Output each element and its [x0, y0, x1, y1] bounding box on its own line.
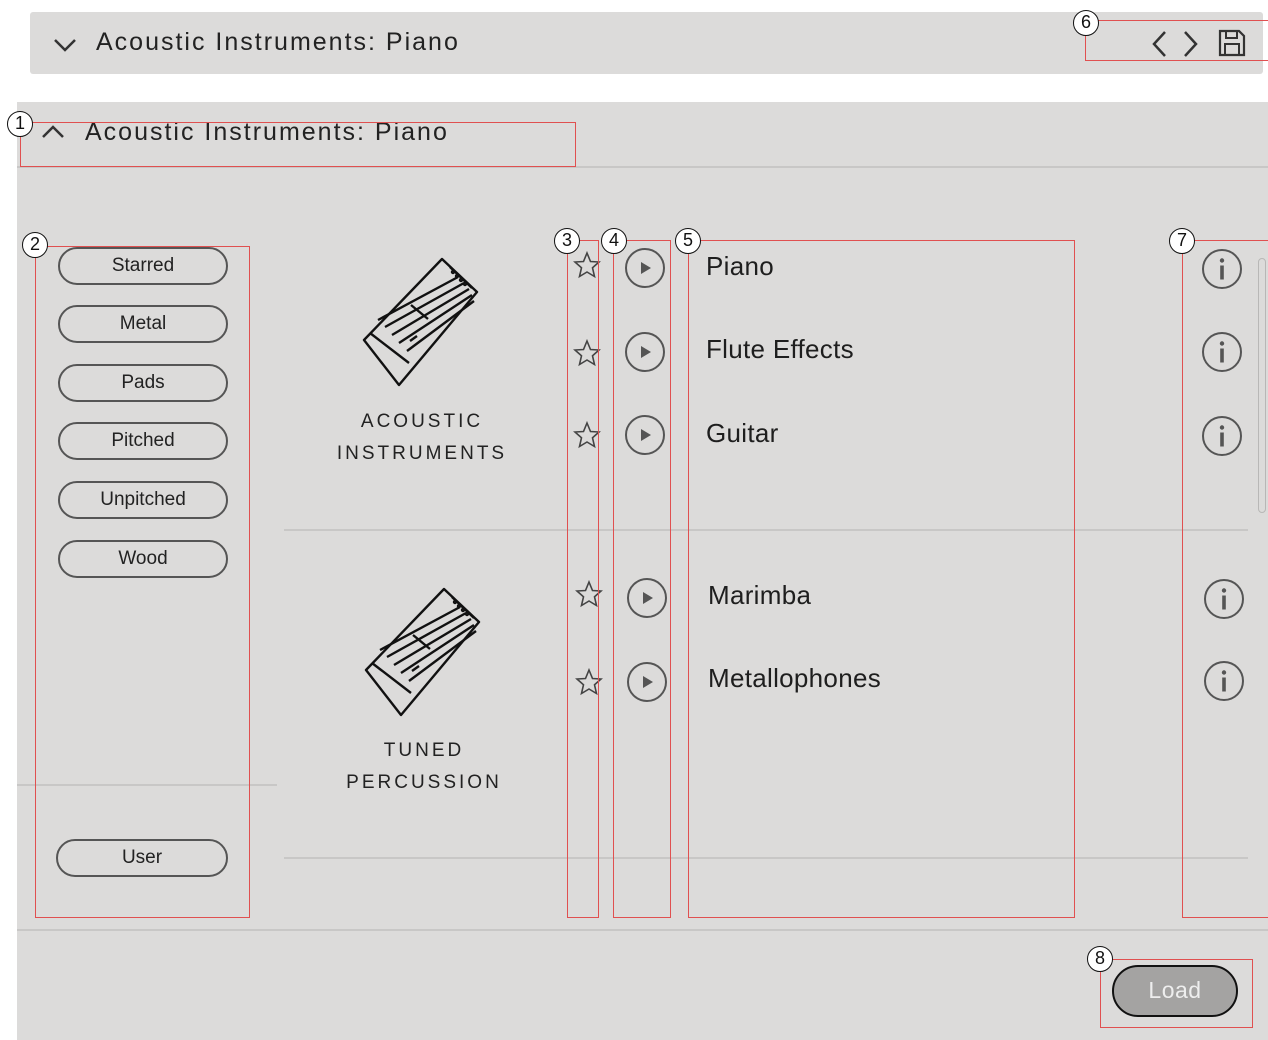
category-label: ACOUSTIC	[360, 411, 484, 432]
footer-divider	[17, 929, 1268, 931]
category-label: TUNED	[383, 740, 465, 761]
annotation-box	[688, 240, 1075, 918]
callout-number: 6	[1073, 10, 1099, 36]
callout-number: 1	[7, 111, 33, 137]
callout-number: 4	[601, 228, 627, 254]
instrument-icon	[362, 257, 479, 387]
annotation-box	[1100, 959, 1253, 1028]
annotation-box	[35, 246, 250, 918]
category-label: INSTRUMENTS	[336, 443, 508, 464]
callout-number: 3	[554, 228, 580, 254]
annotation-box	[613, 240, 671, 918]
callout-number: 7	[1169, 228, 1195, 254]
chevron-down-icon[interactable]	[52, 36, 78, 54]
header-title[interactable]: Acoustic Instruments: Piano	[96, 28, 460, 57]
category-label: PERCUSSION	[346, 772, 502, 793]
callout-number: 5	[675, 228, 701, 254]
callout-number: 8	[1087, 946, 1113, 972]
annotation-box	[1182, 240, 1268, 918]
callout-number: 2	[22, 232, 48, 258]
annotation-box	[20, 122, 576, 167]
annotation-box	[1085, 20, 1268, 61]
annotation-box	[567, 240, 599, 918]
instrument-icon	[364, 587, 481, 717]
